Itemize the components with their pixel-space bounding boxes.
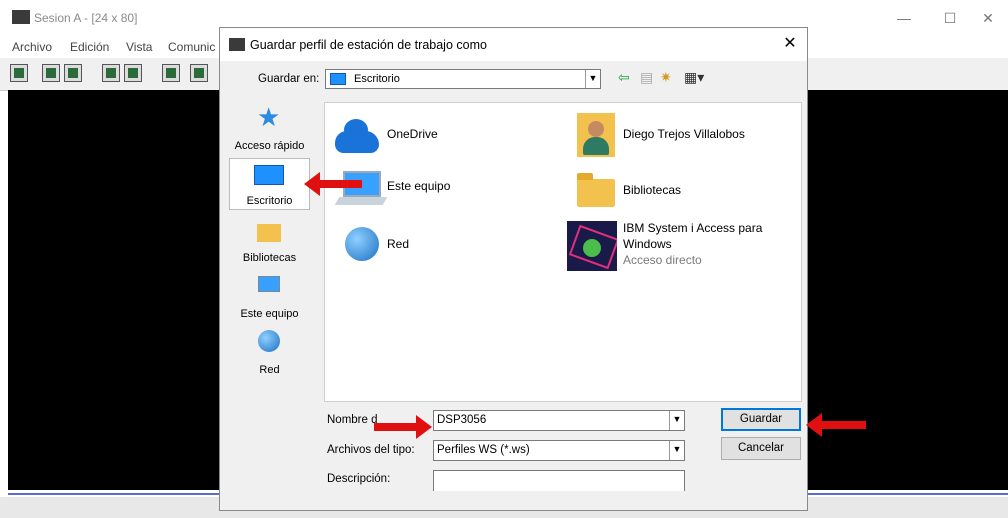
arrow-annotation-desktop bbox=[304, 172, 362, 196]
menu-edicion[interactable]: Edición bbox=[70, 40, 109, 54]
place-label: Red bbox=[259, 364, 280, 376]
description-input[interactable] bbox=[433, 470, 685, 491]
up-folder-icon[interactable]: ▤ bbox=[640, 69, 653, 86]
toolbar-send-icon[interactable] bbox=[102, 64, 120, 82]
place-label: Este equipo bbox=[240, 308, 299, 320]
maximize-button[interactable]: ☐ bbox=[930, 6, 970, 30]
network-icon bbox=[345, 227, 379, 261]
file-list[interactable]: OneDrive Este equipo Red Diego Trejos Vi… bbox=[324, 102, 802, 402]
star-icon: ★ bbox=[257, 102, 281, 132]
places-bar: ★ Acceso rápido Escritorio Bibliotecas E… bbox=[229, 102, 310, 400]
chevron-down-icon[interactable]: ▼ bbox=[669, 441, 684, 460]
filename-label: Nombre d bbox=[327, 414, 378, 426]
save-in-label: Guardar en: bbox=[258, 73, 320, 85]
chevron-down-icon[interactable]: ▼ bbox=[669, 411, 684, 430]
emulator-app-icon bbox=[12, 10, 30, 24]
file-name: OneDrive bbox=[387, 127, 438, 141]
libraries-icon bbox=[577, 173, 615, 207]
arrow-annotation-save bbox=[806, 413, 866, 437]
place-desktop[interactable]: Escritorio bbox=[229, 158, 310, 210]
close-window-button[interactable]: ✕ bbox=[968, 6, 1008, 30]
desktop-icon bbox=[254, 165, 284, 185]
new-folder-icon[interactable]: ✷ bbox=[660, 69, 672, 86]
filetype-label: Archivos del tipo: bbox=[327, 444, 415, 456]
menu-vista[interactable]: Vista bbox=[126, 40, 152, 54]
desktop-folder-icon bbox=[330, 73, 346, 85]
file-name: Diego Trejos Villalobos bbox=[623, 127, 745, 141]
computer-icon bbox=[258, 276, 280, 292]
toolbar-paste-icon[interactable] bbox=[64, 64, 82, 82]
place-label: Acceso rápido bbox=[234, 140, 305, 152]
list-item-network[interactable]: Red bbox=[331, 219, 531, 275]
place-label: Bibliotecas bbox=[242, 252, 297, 264]
place-network[interactable]: Red bbox=[229, 326, 310, 378]
filename-input[interactable]: DSP3056 ▼ bbox=[433, 410, 685, 431]
minimize-button[interactable]: — bbox=[884, 6, 924, 30]
view-menu-icon[interactable]: ▦▾ bbox=[684, 69, 704, 86]
place-label: Escritorio bbox=[246, 195, 293, 207]
toolbar-print-icon[interactable] bbox=[10, 64, 28, 82]
place-libraries[interactable]: Bibliotecas bbox=[229, 214, 310, 266]
user-folder-icon bbox=[577, 113, 615, 157]
dialog-close-button[interactable]: ✕ bbox=[776, 32, 804, 56]
save-in-dropdown[interactable]: Escritorio ▼ bbox=[325, 69, 601, 89]
emulator-window-title: Sesion A - [24 x 80] bbox=[34, 11, 138, 25]
place-quick-access[interactable]: ★ Acceso rápido bbox=[229, 102, 310, 154]
cloud-icon bbox=[335, 119, 379, 153]
file-name: Red bbox=[387, 237, 410, 251]
file-name-line2: Windows bbox=[623, 237, 672, 251]
libraries-icon bbox=[257, 224, 281, 242]
filename-value: DSP3056 bbox=[437, 414, 487, 426]
file-subtitle: Acceso directo bbox=[623, 253, 702, 267]
filetype-select[interactable]: Perfiles WS (*.ws) ▼ bbox=[433, 440, 685, 461]
ibm-access-icon bbox=[567, 221, 617, 271]
dialog-title: Guardar perfil de estación de trabajo co… bbox=[250, 38, 487, 52]
dialog-app-icon bbox=[229, 38, 245, 51]
network-icon bbox=[258, 330, 280, 352]
file-name: Este equipo bbox=[387, 179, 451, 193]
list-item-libraries[interactable]: Bibliotecas bbox=[569, 163, 795, 215]
filetype-value: Perfiles WS (*.ws) bbox=[437, 444, 530, 456]
list-item-user-folder[interactable]: Diego Trejos Villalobos bbox=[569, 109, 795, 161]
chevron-down-icon[interactable]: ▼ bbox=[585, 70, 600, 88]
menu-comunicacion[interactable]: Comunic bbox=[168, 40, 215, 54]
list-item-onedrive[interactable]: OneDrive bbox=[331, 109, 531, 159]
toolbar-keyboard-icon[interactable] bbox=[190, 64, 208, 82]
back-arrow-icon[interactable]: ⇦ bbox=[618, 69, 630, 86]
list-item-ibm-shortcut[interactable]: IBM System i Access para Windows Acceso … bbox=[565, 217, 797, 277]
place-this-pc[interactable]: Este equipo bbox=[229, 270, 310, 322]
cancel-button[interactable]: Cancelar bbox=[721, 437, 801, 460]
description-label: Descripción: bbox=[327, 473, 391, 485]
toolbar-copy-icon[interactable] bbox=[42, 64, 60, 82]
arrow-annotation-filename bbox=[374, 415, 432, 439]
toolbar-display-icon[interactable] bbox=[162, 64, 180, 82]
menu-archivo[interactable]: Archivo bbox=[12, 40, 52, 54]
file-name: Bibliotecas bbox=[623, 183, 682, 197]
save-in-value: Escritorio bbox=[354, 73, 400, 85]
save-dialog: Guardar perfil de estación de trabajo co… bbox=[219, 27, 808, 511]
toolbar-receive-icon[interactable] bbox=[124, 64, 142, 82]
file-name: IBM System i Access para bbox=[623, 221, 763, 235]
save-button[interactable]: Guardar bbox=[721, 408, 801, 431]
